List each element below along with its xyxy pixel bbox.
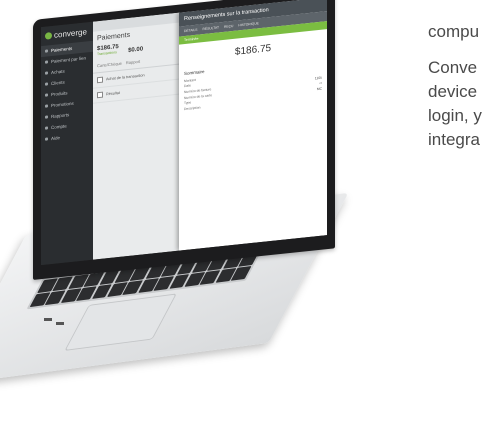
field-label: Type [184,100,192,106]
sidebar-item-label: Rapports [51,112,70,120]
sidebar-item-label: Paiement par lien [51,55,87,65]
stat-total-label: Transactions [97,50,117,57]
sidebar-item-label: Compte [51,123,67,131]
field-value: ** [319,81,322,86]
tab-result[interactable]: RÉSULTAT [203,25,220,31]
row-checkbox[interactable] [97,91,103,99]
sidebar-item-label: Achats [51,68,65,76]
box-icon [45,93,48,97]
field-value: MC [316,86,322,92]
sidebar-item-label: Aide [51,135,61,142]
laptop: converge Paiements Paiement par lien Ach… [0,0,503,424]
user-icon [45,82,48,86]
laptop-screen: converge Paiements Paiement par lien Ach… [41,0,327,266]
gear-icon [45,126,48,130]
field-label: Date [184,83,191,89]
tab-receipt[interactable]: REÇU [224,24,233,29]
row-checkbox[interactable] [97,76,103,84]
stat-total: $186.75 Transactions [93,42,123,59]
transaction-detail-panel: Renseignements sur la transaction DÉTAIL… [179,0,327,251]
list-item-label: Résultat [106,90,120,97]
tab-history[interactable]: HISTORIQUE [238,21,258,27]
sidebar-item-label: Produits [51,90,68,98]
tab-card[interactable]: Carte/Chèque [97,61,122,69]
cart-icon [45,71,48,75]
sidebar-item-label: Paiements [51,45,73,54]
app-sidebar: converge Paiements Paiement par lien Ach… [41,21,93,266]
field-value: 1105 [314,75,322,81]
sidebar-item-label: Clients [51,79,65,87]
main-panel: Paiements $186.75 Transactions $0.00 Car… [93,12,179,260]
brand-name: converge [54,27,87,40]
help-icon [45,137,48,141]
stat-zero-value: $0.00 [128,46,144,55]
chart-icon [45,115,48,119]
payments-icon [45,49,48,53]
tag-icon [45,104,48,108]
tab-details[interactable]: DÉTAILS [184,28,198,33]
logo-mark-icon [45,32,52,40]
tab-report[interactable]: Rapport [126,59,140,65]
field-label: Description [184,105,201,111]
usb-port [44,318,52,321]
link-icon [45,60,48,64]
laptop-lid: converge Paiements Paiement par lien Ach… [33,0,335,281]
sidebar-item-label: Promotions [51,100,74,109]
usb-port [56,322,64,325]
list-item-label: Achat de la transaction [106,73,145,82]
